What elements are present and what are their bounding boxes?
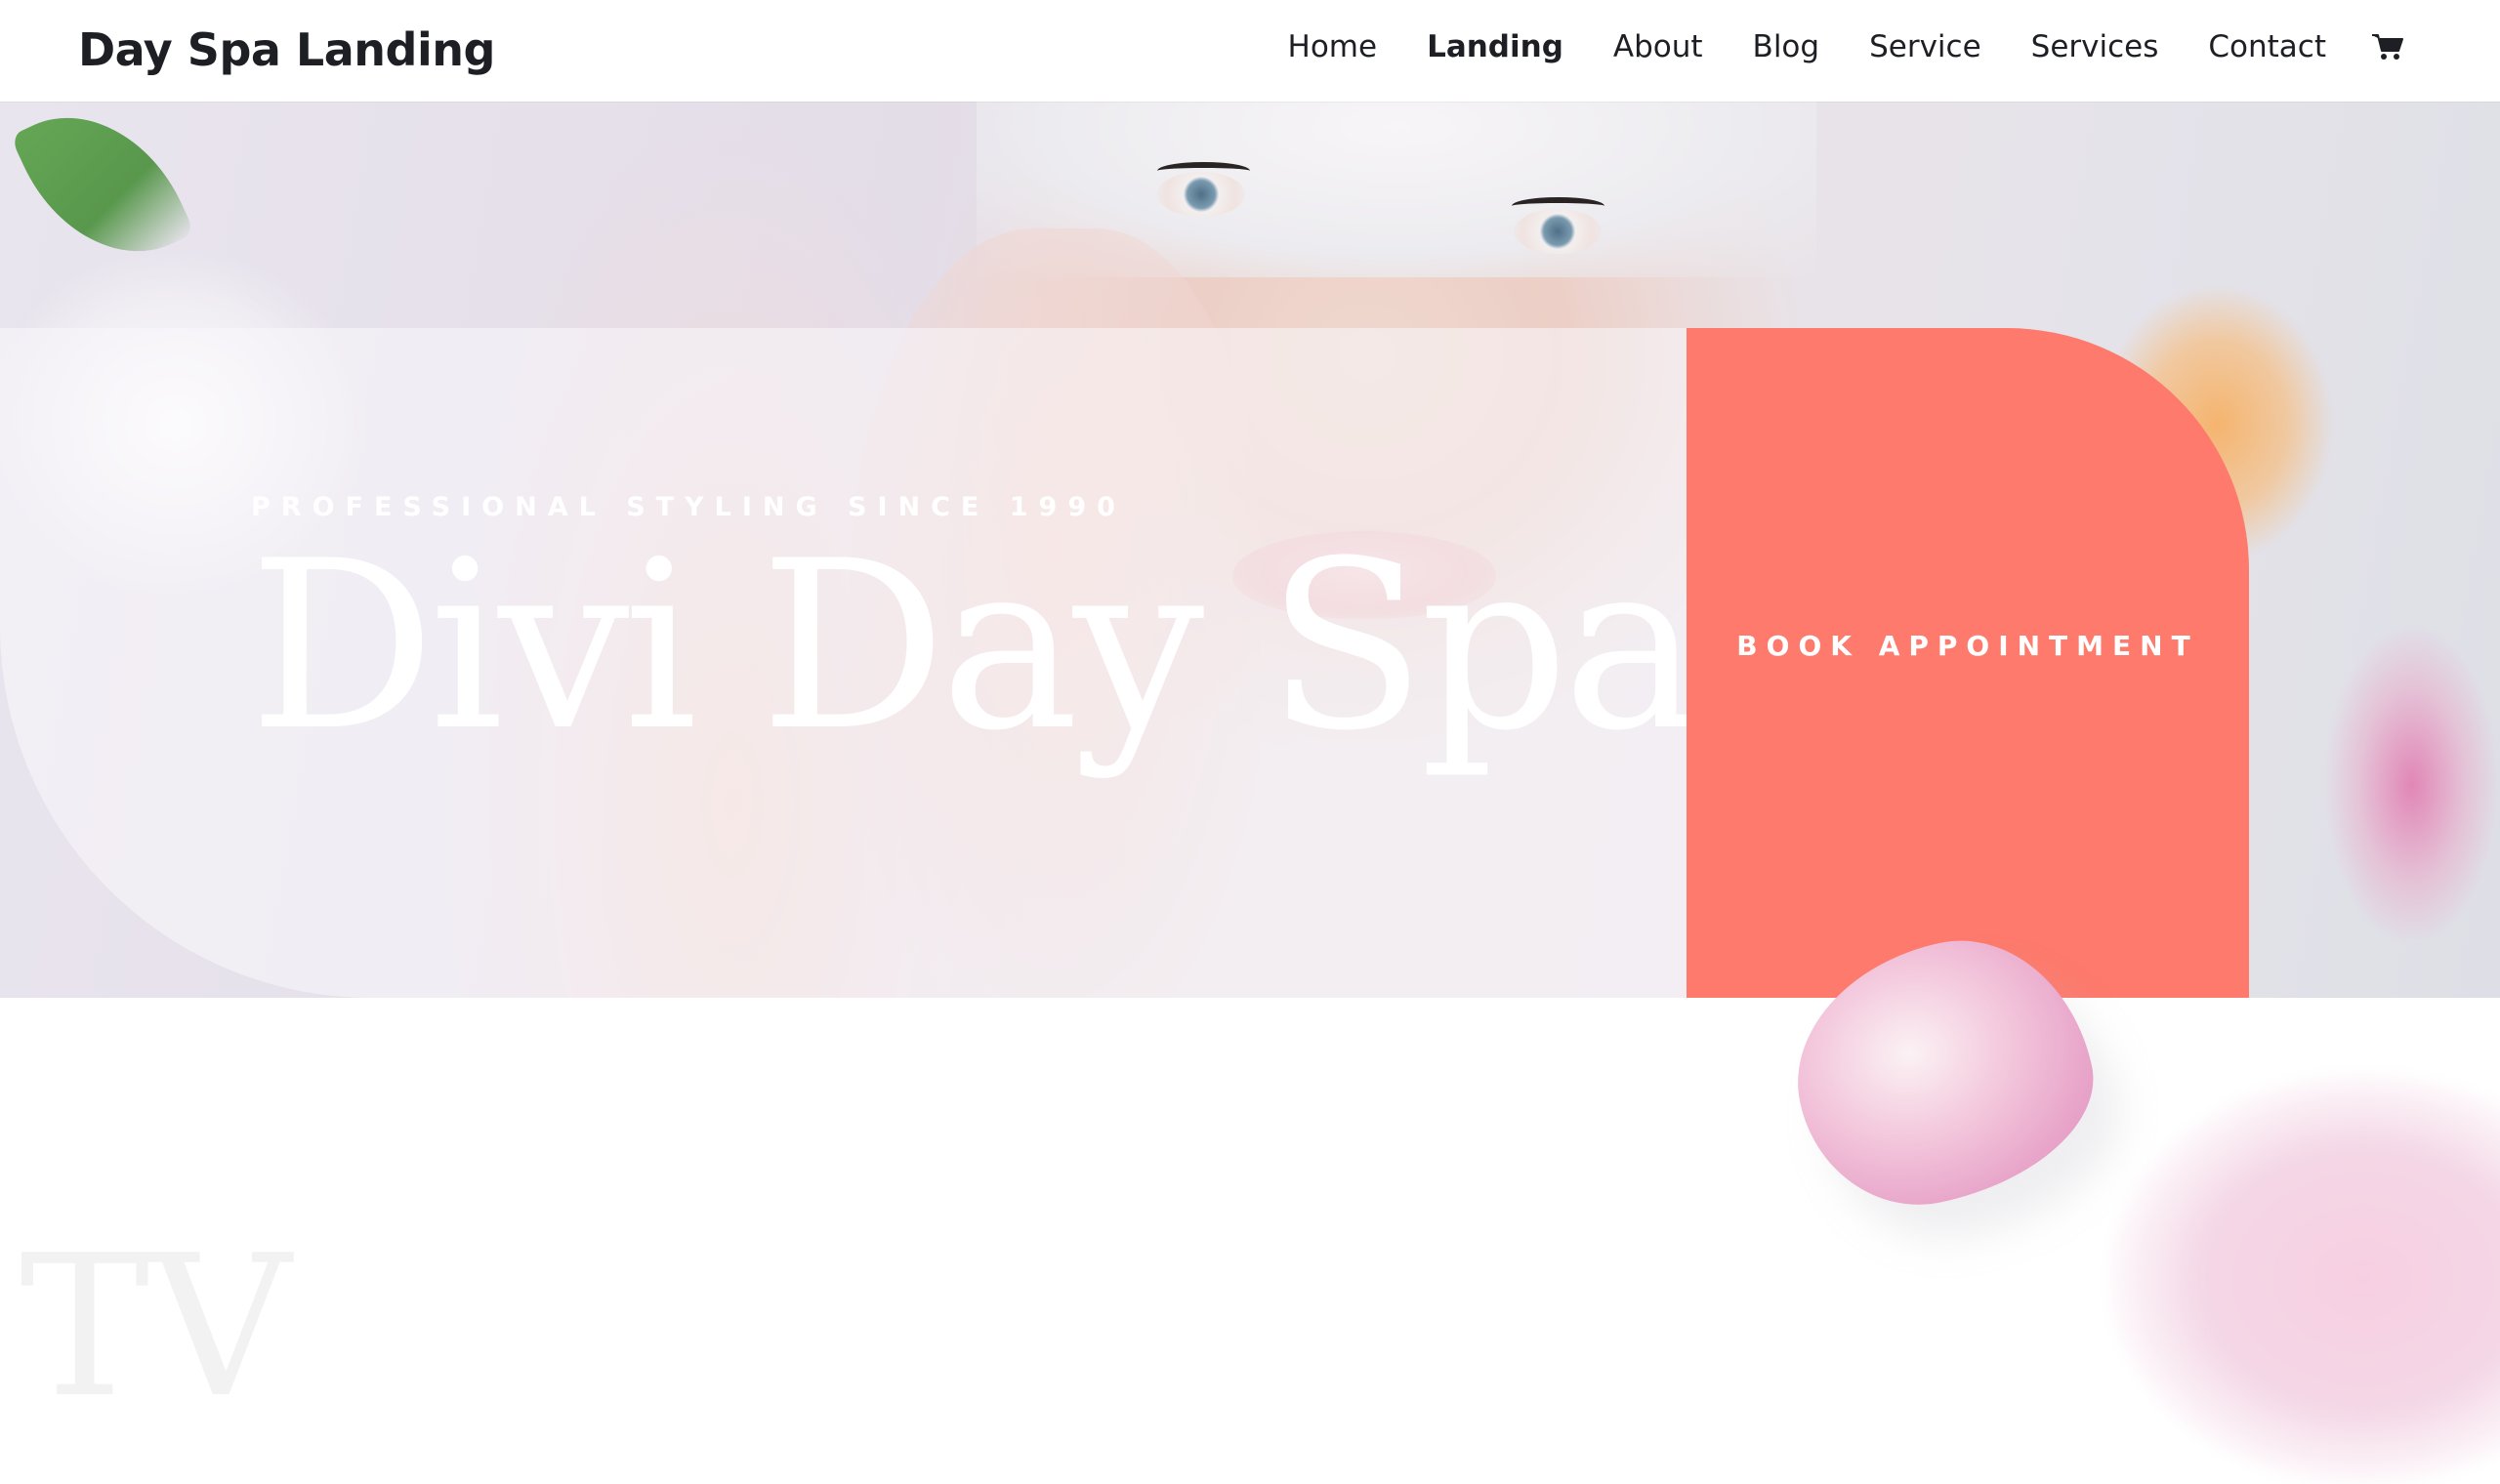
book-appointment-button[interactable]: BOOK APPOINTMENT [1687, 328, 2249, 998]
nav-item-contact[interactable]: Contact [2208, 29, 2326, 64]
rose-petal-blurred-decoration [2109, 1074, 2500, 1484]
site-title[interactable]: Day Spa Landing [78, 23, 495, 76]
hero-section: PROFESSIONAL STYLING SINCE 1990 Divi Day… [0, 102, 2500, 998]
nav-item-service[interactable]: Service [1869, 29, 1981, 64]
hero-photo-lash-right [1512, 197, 1604, 215]
leaf-decoration [10, 102, 195, 287]
hero-photo-lash-left [1157, 162, 1250, 180]
hero-title: Divi Day Spa [249, 512, 1701, 782]
nav-item-home[interactable]: Home [1288, 29, 1378, 64]
nav-item-about[interactable]: About [1613, 29, 1703, 64]
book-appointment-label: BOOK APPOINTMENT [1736, 629, 2199, 662]
nav-item-blog[interactable]: Blog [1753, 29, 1820, 64]
shopping-cart-icon[interactable] [2371, 32, 2404, 62]
main-nav: Home Landing About Blog Service Services… [1238, 29, 2404, 64]
nav-item-services[interactable]: Services [2031, 29, 2159, 64]
nav-item-landing[interactable]: Landing [1427, 29, 1563, 64]
site-header: Day Spa Landing Home Landing About Blog … [0, 0, 2500, 102]
hero-photo-eye-right [1514, 209, 1602, 254]
faded-heading-fragment: TV [20, 1214, 291, 1441]
